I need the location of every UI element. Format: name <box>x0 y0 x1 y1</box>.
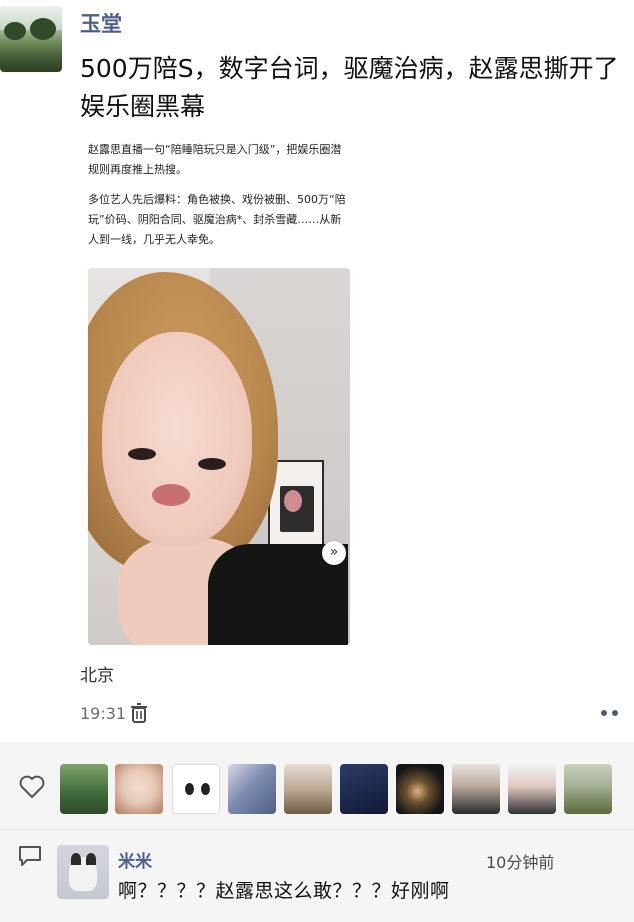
comment-time: 10分钟前 <box>486 853 555 872</box>
more-dots-icon[interactable] <box>598 700 624 724</box>
like-avatar-man[interactable] <box>452 764 500 814</box>
heart-outline-icon <box>19 775 45 798</box>
more-dot <box>601 710 607 716</box>
cartoon-eye <box>201 783 210 795</box>
post-time: 19:31 <box>80 704 127 723</box>
avatar-tree <box>4 22 26 40</box>
like-avatar-night[interactable] <box>340 764 388 814</box>
trash-icon[interactable] <box>130 703 148 723</box>
like-avatar-dark-cat[interactable] <box>396 764 444 814</box>
post-location[interactable]: 北京 <box>80 661 114 686</box>
video-person-mouth <box>152 484 190 506</box>
avatar-cat-ear <box>71 853 81 865</box>
like-avatar-cartoon[interactable] <box>172 764 220 814</box>
video-person-eye <box>198 458 226 470</box>
divider <box>0 829 634 830</box>
chevron-double-down-icon[interactable]: » <box>322 541 346 565</box>
like-avatar-girl[interactable] <box>115 764 163 814</box>
avatar-tree <box>30 18 56 40</box>
like-avatar-woman[interactable] <box>508 764 556 814</box>
author-avatar[interactable] <box>0 6 62 72</box>
like-avatar-landscape[interactable] <box>60 764 108 814</box>
author-name[interactable]: 玉堂 <box>80 8 122 38</box>
video-thumbnail[interactable]: » <box>88 268 350 645</box>
article-excerpt[interactable]: 赵露思直播一句“陪睡陪玩只是入门级”，把娱乐圈潜规则再度推上热搜。 多位艺人先后… <box>88 140 350 260</box>
article-paragraph: 多位艺人先后爆料：角色被换、戏份被删、500万“陪玩”价码、阴阳合同、驱魔治病*… <box>88 193 346 246</box>
like-avatar-field[interactable] <box>564 764 612 814</box>
comment-outline-icon <box>19 846 41 866</box>
like-avatar-anime[interactable] <box>228 764 276 814</box>
like-avatar-food[interactable] <box>284 764 332 814</box>
more-dot <box>612 710 618 716</box>
video-person-eye <box>128 448 156 460</box>
video-frame-art-accent <box>284 490 302 512</box>
avatar-cat-ear <box>86 853 96 865</box>
cartoon-eye <box>185 783 194 795</box>
commenter-name[interactable]: 米米 <box>118 847 152 872</box>
article-paragraph: 赵露思直播一句“陪睡陪玩只是入门级”，把娱乐圈潜规则再度推上热搜。 <box>88 143 342 176</box>
post-title: 500万陪S，数字台词，驱魔治病，赵露思撕开了娱乐圈黑幕 <box>80 54 619 121</box>
video-person-face <box>102 332 252 546</box>
comment-text[interactable]: 啊？？？？赵露思这么敢？？？好刚啊 <box>118 876 450 903</box>
commenter-avatar[interactable] <box>57 845 109 899</box>
